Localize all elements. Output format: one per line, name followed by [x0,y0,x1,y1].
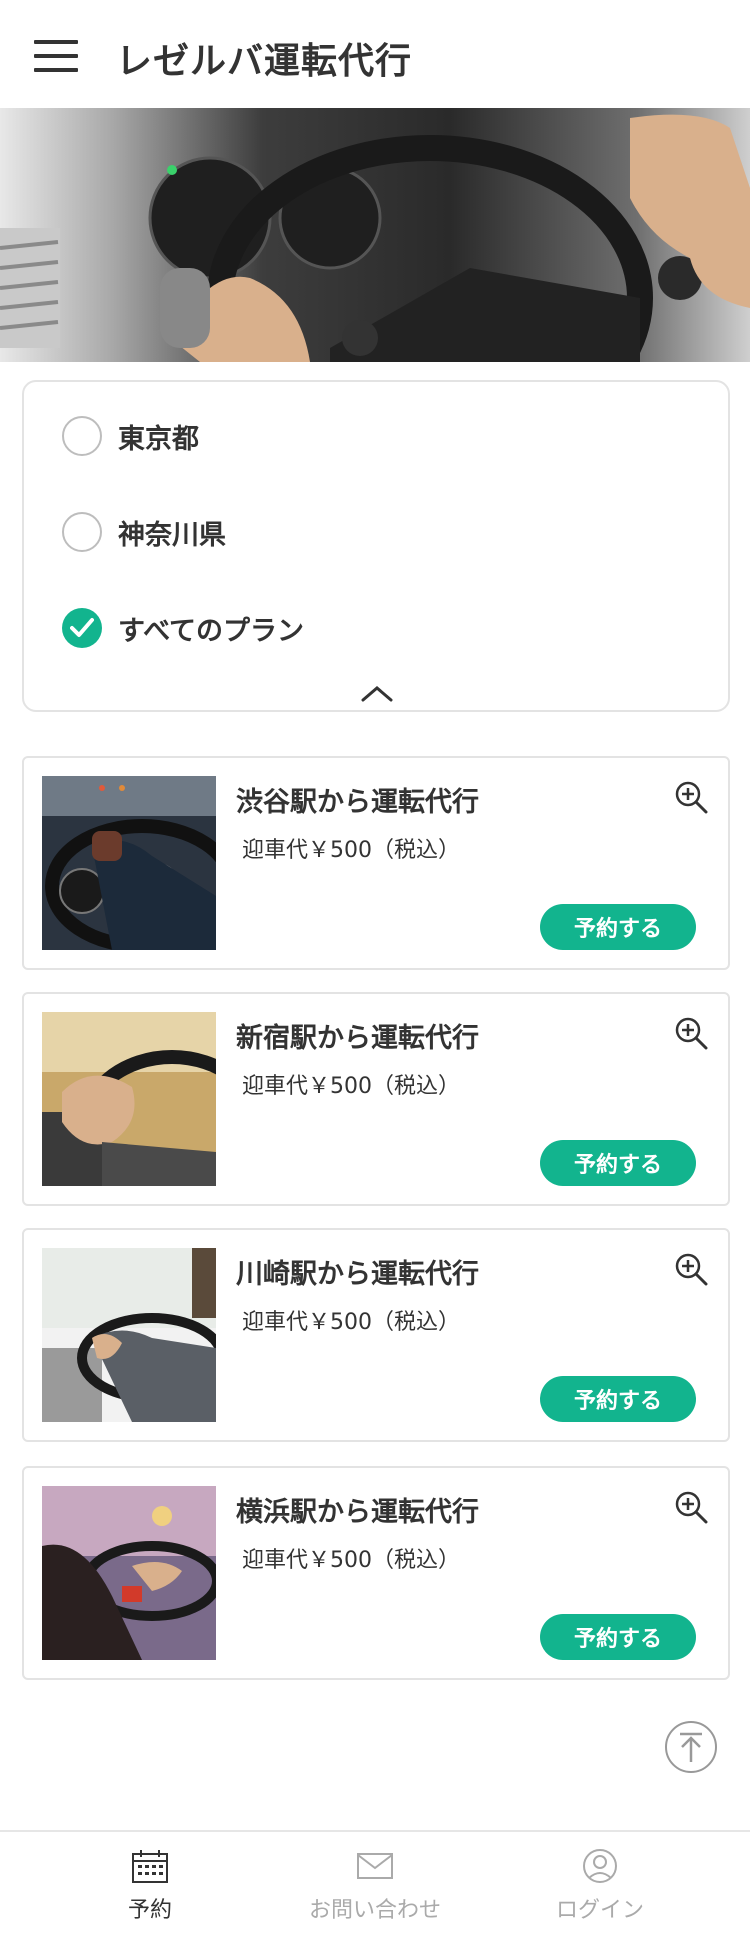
plan-fee: 迎車代￥500（税込） [242,1548,460,1573]
bottom-navigation: 予約 お問い合わせ ログイン [0,1830,750,1940]
radio-unchecked-icon[interactable] [62,512,102,552]
nav-item-reserve[interactable]: 予約 [25,1832,275,1940]
plan-card: 川崎駅から運転代行 迎車代￥500（税込） 予約する [22,1228,730,1442]
nav-item-login[interactable]: ログイン [475,1832,725,1940]
plan-card: 新宿駅から運転代行 迎車代￥500（税込） 予約する [22,992,730,1206]
plan-card: 横浜駅から運転代行 迎車代￥500（税込） 予約する [22,1466,730,1680]
filter-option-label: 神奈川県 [118,519,226,551]
zoom-in-icon[interactable] [674,1016,708,1050]
plan-thumbnail-image [42,1248,216,1422]
filter-option-all-plans[interactable]: すべてのプラン [62,606,304,650]
plan-title: 横浜駅から運転代行 [236,1497,479,1528]
nav-label: 予約 [127,1898,172,1923]
mail-icon [356,1848,394,1884]
reserve-button[interactable]: 予約する [540,1140,696,1186]
plan-title: 新宿駅から運転代行 [236,1023,479,1054]
app-title: レゼルバ運転代行 [116,41,413,82]
zoom-in-icon[interactable] [674,780,708,814]
radio-checked-icon[interactable] [62,608,102,648]
reserve-button[interactable]: 予約する [540,1614,696,1660]
plan-fee: 迎車代￥500（税込） [242,1074,460,1099]
reserve-button[interactable]: 予約する [540,904,696,950]
filter-option-kanagawa[interactable]: 神奈川県 [62,510,226,554]
filter-option-label: すべてのプラン [118,615,305,647]
plan-thumbnail-image [42,776,216,950]
zoom-in-icon[interactable] [674,1490,708,1524]
plan-title: 渋谷駅から運転代行 [236,787,479,818]
zoom-in-icon[interactable] [674,1252,708,1286]
plan-card: 渋谷駅から運転代行 迎車代￥500（税込） 予約する [22,756,730,970]
radio-unchecked-icon[interactable] [62,416,102,456]
plan-title: 川崎駅から運転代行 [236,1259,479,1290]
chevron-up-icon[interactable] [357,682,397,704]
user-icon [581,1848,619,1884]
nav-label: お問い合わせ [308,1898,441,1923]
plan-fee: 迎車代￥500（税込） [242,1310,460,1335]
area-filter-panel: 東京都 神奈川県 すべてのプラン [22,380,730,712]
back-to-top-icon[interactable] [664,1720,718,1774]
hamburger-menu-icon[interactable] [34,40,78,74]
calendar-icon [131,1848,169,1884]
plan-fee: 迎車代￥500（税込） [242,838,460,863]
reserve-button[interactable]: 予約する [540,1376,696,1422]
nav-label: ログイン [555,1898,644,1923]
plan-thumbnail-image [42,1486,216,1660]
app-header: レゼルバ運転代行 [0,0,750,108]
nav-item-contact[interactable]: お問い合わせ [250,1832,500,1940]
plan-thumbnail-image [42,1012,216,1186]
filter-option-tokyo[interactable]: 東京都 [62,414,199,458]
filter-option-label: 東京都 [118,423,199,455]
hero-image [0,108,750,362]
